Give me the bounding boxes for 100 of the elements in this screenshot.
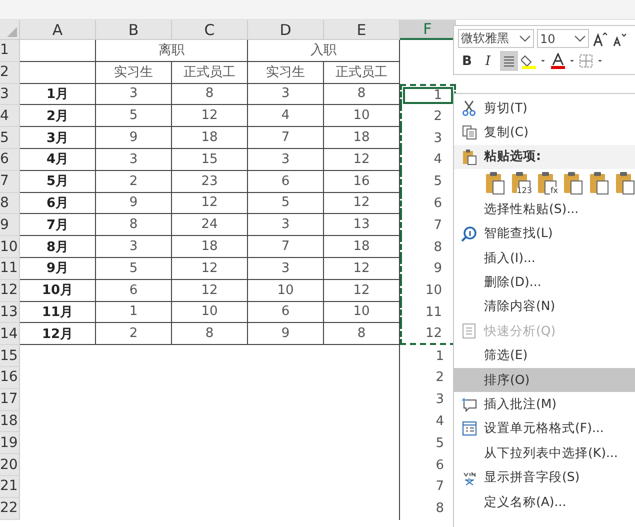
column-header[interactable]: E <box>324 20 400 40</box>
table-cell: 9 <box>96 192 172 214</box>
menu-item[interactable]: 定义名称(A)... <box>454 490 635 514</box>
table-cell: 18 <box>324 127 400 149</box>
column-header[interactable]: F <box>400 20 456 40</box>
row-header[interactable]: 22 <box>0 498 20 520</box>
row-header[interactable]: 2 <box>0 62 20 84</box>
table-cell: 正式员工 <box>172 62 248 84</box>
row-header[interactable]: 16 <box>0 366 20 389</box>
table-cell: 18 <box>172 127 248 149</box>
table-cell: 3 <box>96 148 172 171</box>
table-cell: 12 <box>324 192 400 214</box>
menu-item[interactable]: 选择性粘贴(S)... <box>454 197 635 222</box>
fill-color-icon[interactable] <box>521 53 547 69</box>
row-header[interactable]: 6 <box>0 148 20 171</box>
table-cell: 3 <box>248 258 324 280</box>
row-header[interactable]: 4 <box>0 105 20 128</box>
table-cell: 11月 <box>20 302 96 324</box>
table-cell: 3 <box>248 84 324 106</box>
row-header[interactable]: 9 <box>0 214 20 236</box>
font-color-icon[interactable] <box>550 53 576 69</box>
table-cell: 12 <box>324 258 400 280</box>
table-cell-text: 7 <box>434 478 445 496</box>
menu-section-header: 粘贴选项: <box>454 144 635 170</box>
row-header[interactable]: 5 <box>0 127 20 149</box>
row-header[interactable]: 11 <box>0 258 20 280</box>
table-cell: 6 <box>96 280 172 302</box>
table-cell: 12 <box>172 192 248 214</box>
bold-button[interactable]: B <box>458 51 476 71</box>
table-cell: 2月 <box>20 105 96 128</box>
search-icon <box>461 226 477 242</box>
paste-option-icon[interactable] <box>588 171 610 196</box>
table-cell: 9月 <box>20 258 96 280</box>
column-header[interactable]: A <box>20 20 96 40</box>
row-header[interactable]: 13 <box>0 302 20 324</box>
table-cell-text: 3 <box>434 391 445 410</box>
paste-option-icon[interactable] <box>484 171 506 196</box>
row-header[interactable]: 10 <box>0 236 20 258</box>
column-header[interactable]: B <box>96 20 172 40</box>
table-cell: 3月 <box>20 127 96 149</box>
format-cells-icon <box>462 421 476 436</box>
align-button[interactable] <box>500 51 518 71</box>
paste-option-icon[interactable] <box>562 171 584 196</box>
table-cell: 12 <box>324 148 400 171</box>
table-cell: 7月 <box>20 214 96 236</box>
row-header[interactable]: 21 <box>0 476 20 498</box>
font-size-dropdown[interactable]: 10 <box>537 29 589 48</box>
table-cell: 10 <box>172 302 248 324</box>
table-cell: 7 <box>248 127 324 149</box>
row-header[interactable]: 19 <box>0 432 20 454</box>
font-name-dropdown[interactable]: 微软雅黑 <box>458 29 534 48</box>
shrink-font-icon[interactable] <box>611 30 627 46</box>
italic-button[interactable]: I <box>479 51 497 71</box>
menu-item[interactable]: 删除(D)... <box>454 270 635 295</box>
table-cell: 12 <box>172 258 248 280</box>
scissors-icon <box>462 100 476 116</box>
row-header[interactable]: 7 <box>0 170 20 193</box>
menu-item[interactable]: 设置单元格格式(F)... <box>454 416 635 442</box>
menu-item[interactable]: 插入(I)... <box>454 246 635 270</box>
menu-item[interactable]: 清除内容(N) <box>454 294 635 320</box>
column-header[interactable]: C <box>172 20 248 40</box>
row-header[interactable]: 8 <box>0 192 20 214</box>
table-cell: 离职 <box>96 40 248 62</box>
row-header[interactable]: 17 <box>0 388 20 411</box>
menu-item[interactable]: 插入批注(M) <box>454 392 635 417</box>
menu-item[interactable]: 排序(O) <box>454 368 635 392</box>
table-cell: 5 <box>96 258 172 280</box>
row-header[interactable]: 3 <box>0 84 20 106</box>
row-header[interactable]: 15 <box>0 345 20 367</box>
menu-item[interactable]: 从下拉列表中选择(K)... <box>454 441 635 466</box>
table-cell: 4 <box>248 105 324 128</box>
table-cell: 24 <box>172 214 248 236</box>
table-cell: 2 <box>96 323 172 346</box>
table-cell: 15 <box>172 148 248 171</box>
row-header[interactable]: 12 <box>0 280 20 302</box>
table-cell: 3 <box>248 214 324 236</box>
table-cell: 3 <box>96 84 172 106</box>
table-cell: 实习生 <box>248 62 324 84</box>
menu-item[interactable]: 剪切(T) <box>454 96 635 120</box>
table-cell: 实习生 <box>96 62 172 84</box>
menu-item[interactable]: 复制(C) <box>454 120 635 145</box>
table-cell: 8 <box>324 323 400 346</box>
table-cell: 8 <box>324 84 400 106</box>
row-header[interactable]: 20 <box>0 454 20 476</box>
row-header[interactable]: 1 <box>0 40 20 62</box>
menu-item[interactable]: 显示拼音字段(S) <box>454 465 635 490</box>
clipboard-icon <box>462 148 476 165</box>
grow-font-icon[interactable] <box>592 30 608 46</box>
paste-option-icon[interactable] <box>614 171 635 196</box>
table-cell-text: 6 <box>434 456 445 475</box>
table-cell-text: 4 <box>434 412 445 431</box>
table-cell: 3 <box>248 148 324 171</box>
column-header[interactable]: D <box>248 20 324 40</box>
table-cell: 7 <box>248 236 324 258</box>
align-icon <box>503 55 515 67</box>
menu-item[interactable]: 筛选(E) <box>454 344 635 368</box>
menu-item[interactable]: 智能查找(L) <box>454 222 635 246</box>
row-header[interactable]: 14 <box>0 323 20 346</box>
row-header[interactable]: 18 <box>0 410 20 432</box>
table-cell: 5月 <box>20 170 96 193</box>
